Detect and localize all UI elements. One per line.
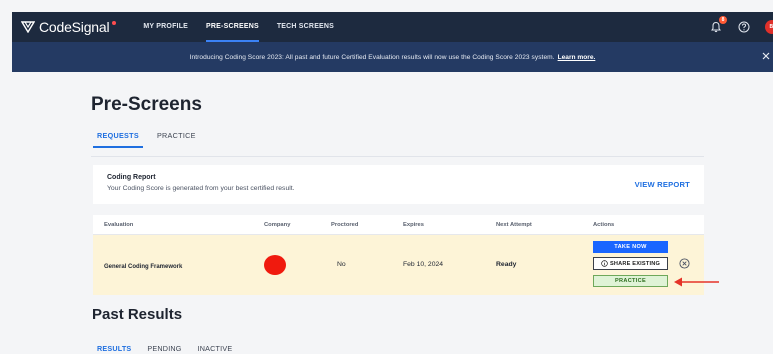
notifications-button[interactable]: 8: [709, 16, 727, 34]
column-actions: Actions: [593, 222, 615, 228]
user-avatar[interactable]: BI: [765, 20, 773, 34]
tab-inactive[interactable]: INACTIVE: [198, 344, 233, 353]
codesignal-logo-icon: [21, 21, 35, 33]
table-header: Evaluation Company Proctored Expires Nex…: [93, 215, 704, 235]
expires-value: Feb 10, 2024: [403, 261, 444, 268]
table-row: General Coding Framework No Feb 10, 2024…: [93, 235, 704, 295]
announcement-banner: Introducing Coding Score 2023: All past …: [12, 42, 773, 72]
practice-label: PRACTICE: [615, 278, 646, 284]
column-proctored: Proctored: [331, 222, 359, 228]
tab-practice[interactable]: PRACTICE: [153, 131, 200, 148]
notifications-badge: 8: [719, 16, 727, 24]
take-now-label: TAKE NOW: [614, 244, 647, 250]
tab-requests[interactable]: REQUESTS: [93, 131, 143, 148]
dismiss-icon[interactable]: [679, 258, 690, 269]
help-button[interactable]: [737, 20, 751, 34]
codesignal-logo[interactable]: CodeSignal: [21, 19, 117, 35]
top-navigation: CodeSignal MY PROFILE PRE-SCREENS TECH S…: [12, 12, 773, 42]
coding-report-card: Coding Report Your Coding Score is gener…: [93, 165, 704, 204]
coding-report-description: Your Coding Score is generated from your…: [107, 185, 295, 192]
tab-pending[interactable]: PENDING: [147, 344, 181, 353]
nav-my-profile[interactable]: MY PROFILE: [134, 12, 197, 42]
evaluation-name: General Coding Framework: [104, 264, 183, 270]
tab-results[interactable]: RESULTS: [97, 344, 131, 353]
practice-button[interactable]: PRACTICE: [593, 275, 668, 287]
company-logo: [264, 255, 286, 275]
brand-dot: [112, 21, 117, 25]
column-evaluation: Evaluation: [104, 222, 134, 228]
announcement-text: Introducing Coding Score 2023: All past …: [189, 53, 555, 61]
share-existing-label: SHARE EXISTING: [609, 260, 661, 267]
next-attempt-value: Ready: [496, 261, 517, 268]
help-icon: [738, 21, 750, 33]
past-results-tabs: RESULTS PENDING INACTIVE: [97, 344, 248, 353]
nav-tech-screens[interactable]: TECH SCREENS: [268, 12, 343, 42]
learn-more-link[interactable]: Learn more.: [558, 54, 596, 61]
column-company: Company: [264, 222, 291, 228]
proctored-value: No: [337, 261, 346, 268]
info-icon: [601, 260, 608, 267]
coding-report-title: Coding Report: [107, 174, 156, 181]
column-next-attempt: Next Attempt: [496, 222, 532, 228]
close-icon[interactable]: [761, 51, 771, 61]
page-title: Pre-Screens: [91, 94, 202, 115]
share-existing-button[interactable]: SHARE EXISTING: [593, 257, 668, 270]
brand-name: CodeSignal: [39, 19, 110, 35]
nav-pre-screens[interactable]: PRE-SCREENS: [197, 12, 268, 42]
past-results-title: Past Results: [92, 306, 183, 323]
column-expires: Expires: [403, 222, 424, 228]
view-report-link[interactable]: VIEW REPORT: [635, 180, 690, 189]
annotation-arrow-icon: [674, 277, 719, 287]
take-now-button[interactable]: TAKE NOW: [593, 241, 668, 253]
tabs-divider: [91, 156, 704, 157]
pre-screens-tabs: REQUESTS PRACTICE: [93, 131, 210, 148]
